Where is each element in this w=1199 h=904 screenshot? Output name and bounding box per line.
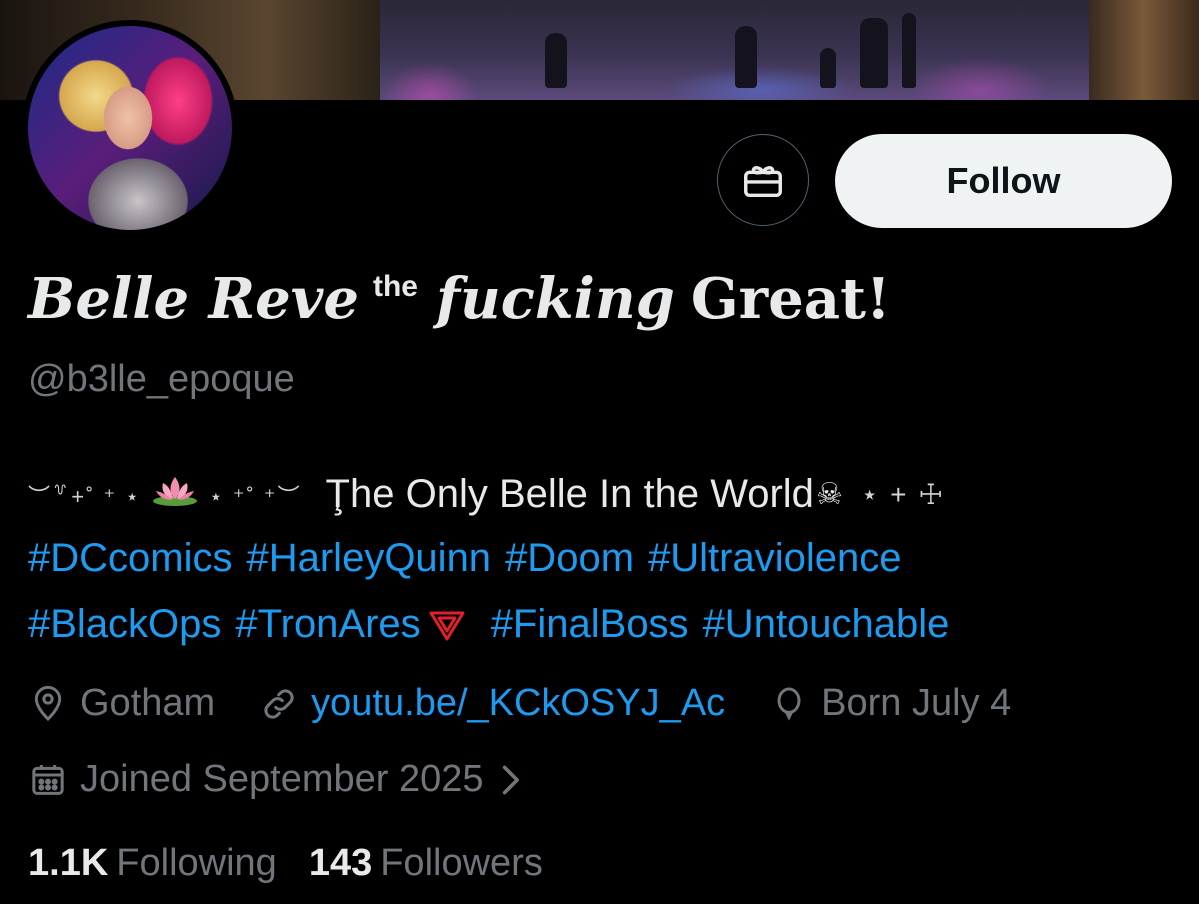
user-handle: @b3lle_epoque (28, 358, 295, 400)
followers-stat[interactable]: 143 Followers (309, 842, 543, 885)
location-text: Gotham (80, 682, 216, 724)
display-name-part1: Belle Reve (28, 266, 359, 332)
joined-text: Joined September 2025 (80, 758, 484, 800)
display-name-italic: fucking (435, 266, 675, 332)
following-count: 1.1K (28, 842, 109, 884)
lotus-icon (151, 472, 199, 517)
website[interactable]: youtu.be/_KCkOSYJ_Ac (259, 682, 725, 725)
bio-text: Ţhe Only Belle In the World (325, 472, 814, 516)
avatar-photo (28, 26, 232, 230)
skull-icon: ☠ (815, 478, 843, 511)
chevron-right-icon (502, 765, 519, 794)
banner-building-right (1089, 0, 1199, 100)
display-name-superscript: the (372, 270, 418, 303)
hashtag-row: #BlackOps #TronAres #FinalBoss #Untoucha… (28, 602, 963, 647)
hashtag-link[interactable]: #Untouchable (703, 602, 950, 647)
display-name-part2: Great! (690, 266, 891, 332)
hashtag-link[interactable]: #Ultraviolence (648, 536, 901, 581)
calendar-icon (32, 764, 64, 795)
tron-logo-icon (427, 607, 467, 643)
hashtag-link[interactable]: #BlackOps (28, 602, 221, 647)
follow-button[interactable]: Follow (835, 134, 1172, 228)
following-stat[interactable]: 1.1K Following (28, 842, 277, 885)
banner-figure (820, 48, 836, 88)
bio-decoration-mid: ⋆ ⁺˚ ⁺︶ (208, 483, 302, 509)
avatar[interactable] (22, 20, 238, 236)
bio-decoration-left: ︶꒷+˚ ⁺ ⋆ (28, 483, 141, 509)
gift-button[interactable] (717, 134, 809, 226)
banner-figure (735, 26, 757, 88)
website-link[interactable]: youtu.be/_KCkOSYJ_Ac (311, 682, 725, 725)
hashtag-link[interactable]: #Doom (505, 536, 634, 581)
hashtag-link[interactable]: #FinalBoss (491, 602, 689, 647)
hashtag-link[interactable]: #HarleyQuinn (246, 536, 491, 581)
followers-label: Followers (380, 842, 543, 884)
display-name: Belle Reve the fucking Great! (28, 266, 891, 346)
bio-line: ︶꒷+˚ ⁺ ⋆ ⋆ ⁺˚ ⁺︶ Ţhe Only Belle In the W… (28, 472, 945, 517)
birthday: Born July 4 (769, 682, 1011, 725)
bio-decoration-right: ⋆ + ☩ (860, 479, 946, 510)
balloon-icon (777, 687, 801, 721)
followers-count: 143 (308, 842, 373, 884)
joined-row[interactable]: Joined September 2025 (28, 758, 566, 801)
joined[interactable]: Joined September 2025 (28, 758, 522, 801)
link-icon (264, 688, 294, 719)
follow-stats: 1.1K Following 143 Followers (28, 842, 575, 885)
following-label: Following (116, 842, 277, 884)
banner-figure (860, 18, 888, 88)
hashtag-link[interactable]: #DCcomics (28, 536, 232, 581)
birthday-text: Born July 4 (821, 682, 1012, 724)
gift-icon (744, 166, 782, 198)
banner-figure (545, 33, 567, 88)
hashtag-row: #DCcomics #HarleyQuinn #Doom #Ultraviole… (28, 536, 915, 581)
hashtag-link[interactable]: #TronAres (235, 602, 420, 647)
location-pin-icon (34, 685, 62, 721)
banner-figure (902, 13, 916, 88)
location: Gotham (28, 682, 215, 725)
profile-meta-row: Gotham youtu.be/_KCkOSYJ_Ac Born July 4 (28, 682, 1055, 725)
